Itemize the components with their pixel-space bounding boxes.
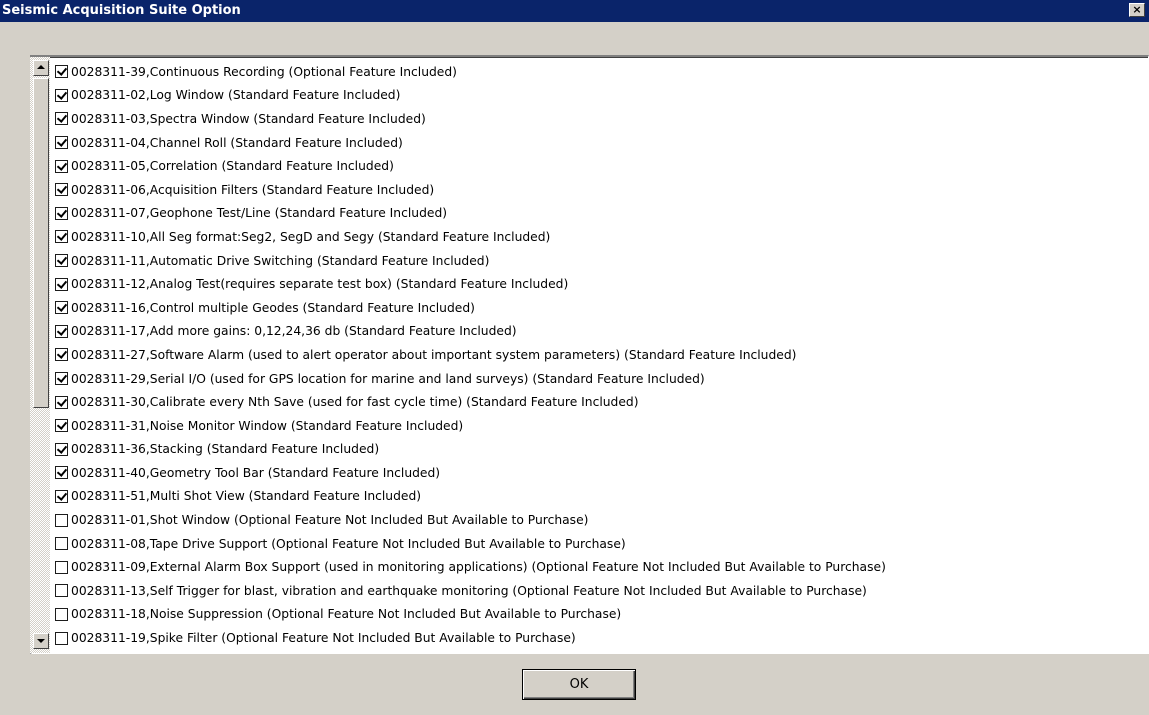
- window-title: Seismic Acquisition Suite Option: [2, 3, 241, 18]
- feature-label: 0028311-36,Stacking (Standard Feature In…: [71, 442, 380, 457]
- title-bar[interactable]: Seismic Acquisition Suite Option ×: [0, 0, 1149, 22]
- feature-label: 0028311-31,Noise Monitor Window (Standar…: [71, 418, 464, 433]
- list-item[interactable]: 0028311-39,Continuous Recording (Optiona…: [53, 60, 1143, 84]
- feature-label: 0028311-07,Geophone Test/Line (Standard …: [71, 206, 448, 221]
- list-item[interactable]: 0028311-30,Calibrate every Nth Save (use…: [53, 390, 1143, 414]
- checkbox-icon[interactable]: [55, 489, 68, 503]
- checkbox-icon[interactable]: [55, 112, 68, 126]
- list-item[interactable]: 0028311-36,Stacking (Standard Feature In…: [53, 438, 1143, 462]
- checkbox-icon[interactable]: [55, 442, 68, 456]
- checkbox-icon[interactable]: [55, 206, 68, 220]
- feature-label: 0028311-10,All Seg format:Seg2, SegD and…: [71, 229, 551, 244]
- feature-label: 0028311-12,Analog Test(requires separate…: [71, 277, 569, 292]
- feature-label: 0028311-08,Tape Drive Support (Optional …: [71, 536, 626, 551]
- feature-label: 0028311-30,Calibrate every Nth Save (use…: [71, 395, 639, 410]
- list-item[interactable]: 0028311-40,Geometry Tool Bar (Standard F…: [53, 461, 1143, 485]
- checkbox-icon[interactable]: [55, 537, 68, 551]
- feature-label: 0028311-09,External Alarm Box Support (u…: [71, 560, 886, 575]
- scroll-up-button[interactable]: [33, 60, 49, 76]
- list-item[interactable]: 0028311-29,Serial I/O (used for GPS loca…: [53, 367, 1143, 391]
- list-item[interactable]: 0028311-11,Automatic Drive Switching (St…: [53, 249, 1143, 273]
- feature-label: 0028311-19,Spike Filter (Optional Featur…: [71, 631, 576, 646]
- list-item[interactable]: 0028311-06,Acquisition Filters (Standard…: [53, 178, 1143, 202]
- list-item[interactable]: 0028311-04,Channel Roll (Standard Featur…: [53, 131, 1143, 155]
- feature-label: 0028311-01,Shot Window (Optional Feature…: [71, 513, 589, 528]
- list-item[interactable]: 0028311-08,Tape Drive Support (Optional …: [53, 532, 1143, 556]
- checkbox-icon[interactable]: [55, 560, 68, 574]
- checkbox-icon[interactable]: [55, 254, 68, 268]
- list-item[interactable]: 0028311-03,Spectra Window (Standard Feat…: [53, 107, 1143, 131]
- list-item[interactable]: 0028311-10,All Seg format:Seg2, SegD and…: [53, 225, 1143, 249]
- feature-label: 0028311-27,Software Alarm (used to alert…: [71, 347, 797, 362]
- list-item[interactable]: 0028311-51,Multi Shot View (Standard Fea…: [53, 485, 1143, 509]
- list-item[interactable]: 0028311-13,Self Trigger for blast, vibra…: [53, 579, 1143, 603]
- checkbox-icon[interactable]: [55, 466, 68, 480]
- list-item[interactable]: 0028311-27,Software Alarm (used to alert…: [53, 343, 1143, 367]
- close-icon: ×: [1132, 3, 1142, 16]
- scroll-up-arrow-icon: [37, 65, 45, 69]
- feature-label: 0028311-40,Geometry Tool Bar (Standard F…: [71, 465, 441, 480]
- list-item[interactable]: 0028311-19,Spike Filter (Optional Featur…: [53, 626, 1143, 650]
- checkbox-icon[interactable]: [55, 607, 68, 621]
- list-item[interactable]: 0028311-01,Shot Window (Optional Feature…: [53, 508, 1143, 532]
- feature-label: 0028311-17,Add more gains: 0,12,24,36 db…: [71, 324, 517, 339]
- checkbox-icon[interactable]: [55, 301, 68, 315]
- feature-label: 0028311-03,Spectra Window (Standard Feat…: [71, 111, 426, 126]
- checkbox-icon[interactable]: [55, 324, 68, 338]
- feature-label: 0028311-39,Continuous Recording (Optiona…: [71, 64, 457, 79]
- list-item[interactable]: 0028311-18,Noise Suppression (Optional F…: [53, 603, 1143, 627]
- feature-label: 0028311-29,Serial I/O (used for GPS loca…: [71, 371, 705, 386]
- feature-label: 0028311-16,Control multiple Geodes (Stan…: [71, 300, 475, 315]
- checkbox-icon[interactable]: [55, 372, 68, 386]
- feature-label: 0028311-02,Log Window (Standard Feature …: [71, 88, 401, 103]
- vertical-scrollbar[interactable]: [30, 57, 50, 653]
- checkbox-icon[interactable]: [55, 419, 68, 433]
- list-item[interactable]: 0028311-02,Log Window (Standard Feature …: [53, 84, 1143, 108]
- list-item[interactable]: 0028311-12,Analog Test(requires separate…: [53, 272, 1143, 296]
- checkbox-icon[interactable]: [55, 230, 68, 244]
- checkbox-icon[interactable]: [55, 136, 68, 150]
- list-item[interactable]: 0028311-31,Noise Monitor Window (Standar…: [53, 414, 1143, 438]
- list-item[interactable]: 0028311-07,Geophone Test/Line (Standard …: [53, 202, 1143, 226]
- checkbox-icon[interactable]: [55, 348, 68, 362]
- list-item[interactable]: 0028311-16,Control multiple Geodes (Stan…: [53, 296, 1143, 320]
- feature-label: 0028311-11,Automatic Drive Switching (St…: [71, 253, 490, 268]
- list-item[interactable]: 0028311-09,External Alarm Box Support (u…: [53, 555, 1143, 579]
- feature-label: 0028311-04,Channel Roll (Standard Featur…: [71, 135, 403, 150]
- feature-label: 0028311-51,Multi Shot View (Standard Fea…: [71, 489, 422, 504]
- checkbox-icon[interactable]: [55, 65, 68, 79]
- close-button[interactable]: ×: [1129, 3, 1145, 17]
- checkbox-icon[interactable]: [55, 159, 68, 173]
- feature-label: 0028311-06,Acquisition Filters (Standard…: [71, 182, 435, 197]
- scrollbar-thumb[interactable]: [33, 78, 49, 408]
- feature-label: 0028311-18,Noise Suppression (Optional F…: [71, 607, 622, 622]
- options-dialog: Seismic Acquisition Suite Option × 00283…: [0, 0, 1149, 715]
- feature-label: 0028311-05,Correlation (Standard Feature…: [71, 159, 394, 174]
- checkbox-icon[interactable]: [55, 277, 68, 291]
- checkbox-icon[interactable]: [55, 513, 68, 527]
- feature-list: 0028311-39,Continuous Recording (Optiona…: [53, 60, 1143, 650]
- ok-button[interactable]: OK: [522, 669, 636, 700]
- scroll-down-arrow-icon: [37, 639, 45, 643]
- scroll-down-button[interactable]: [33, 633, 49, 649]
- checkbox-icon[interactable]: [55, 88, 68, 102]
- checkbox-icon[interactable]: [55, 395, 68, 409]
- list-item[interactable]: 0028311-05,Correlation (Standard Feature…: [53, 154, 1143, 178]
- checkbox-icon[interactable]: [55, 631, 68, 645]
- list-item[interactable]: 0028311-17,Add more gains: 0,12,24,36 db…: [53, 320, 1143, 344]
- checkbox-icon[interactable]: [55, 183, 68, 197]
- checkbox-icon[interactable]: [55, 584, 68, 598]
- feature-label: 0028311-13,Self Trigger for blast, vibra…: [71, 583, 867, 598]
